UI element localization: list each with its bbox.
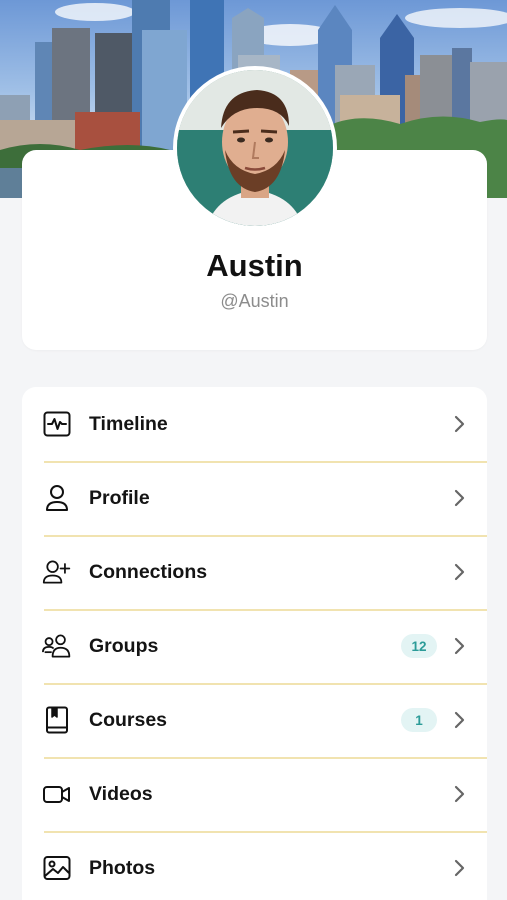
chevron-right-icon (449, 414, 469, 434)
book-icon (42, 705, 72, 735)
profile-name: Austin (206, 248, 303, 283)
add-person-icon (42, 557, 72, 587)
video-camera-icon (42, 779, 72, 809)
courses-count-badge: 1 (401, 708, 437, 732)
activity-icon (42, 409, 72, 439)
chevron-right-icon (449, 636, 469, 656)
chevron-right-icon (449, 710, 469, 730)
menu-label-photos: Photos (89, 856, 156, 879)
chevron-right-icon (449, 784, 469, 804)
menu-item-groups[interactable]: Groups 12 (22, 609, 487, 683)
person-icon (42, 483, 72, 513)
menu-label-connections: Connections (89, 560, 208, 583)
menu-item-courses[interactable]: Courses 1 (22, 683, 487, 757)
menu-item-connections[interactable]: Connections (22, 535, 487, 609)
group-icon (42, 631, 72, 661)
profile-handle: @Austin (220, 291, 289, 311)
menu-label-profile: Profile (89, 486, 150, 509)
menu-item-timeline[interactable]: Timeline (22, 387, 487, 461)
chevron-right-icon (449, 858, 469, 878)
groups-count-badge: 12 (401, 634, 437, 658)
chevron-right-icon (449, 562, 469, 582)
profile-menu: Timeline Profile Connections Groups 12 C… (22, 387, 487, 900)
menu-item-photos[interactable]: Photos (22, 831, 487, 900)
avatar[interactable] (173, 66, 337, 230)
menu-label-courses: Courses (89, 708, 168, 731)
menu-label-videos: Videos (89, 782, 153, 805)
menu-item-profile[interactable]: Profile (22, 461, 487, 535)
menu-item-videos[interactable]: Videos (22, 757, 487, 831)
menu-label-groups: Groups (89, 634, 159, 657)
menu-label-timeline: Timeline (89, 412, 168, 435)
photo-icon (42, 853, 72, 883)
chevron-right-icon (449, 488, 469, 508)
profile-photo (177, 70, 333, 226)
